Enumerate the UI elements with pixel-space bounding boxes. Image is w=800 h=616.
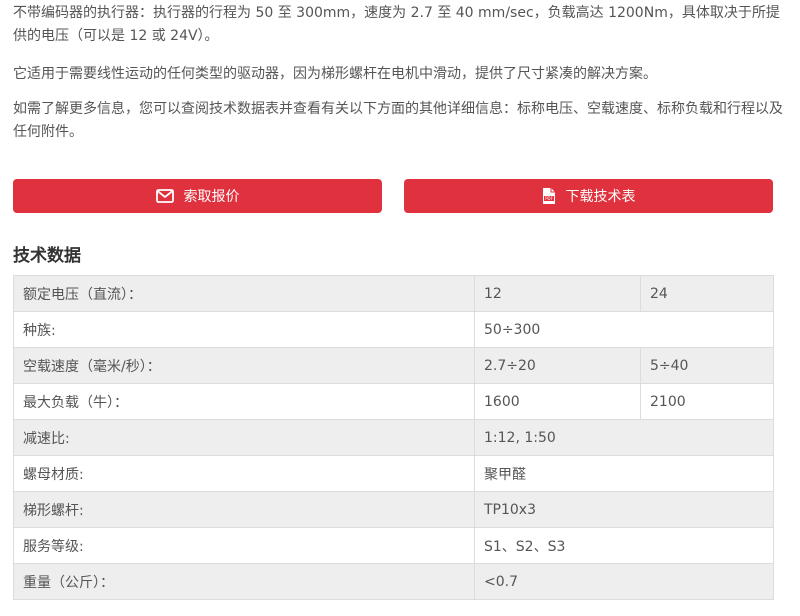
- table-row: 额定电压（直流）： 12 24: [13, 275, 774, 312]
- pdf-file-icon: PDF: [542, 187, 556, 205]
- spec-label: 服务等级:: [13, 527, 475, 564]
- description-paragraph-2: 它适用于需要线性运动的任何类型的驱动器，因为梯形螺杆在电机中滑动，提供了尺寸紧凑…: [13, 66, 657, 82]
- spec-value: 2100: [640, 383, 774, 420]
- spec-label: 梯形螺杆:: [13, 491, 475, 528]
- spec-value: TP10x3: [474, 491, 774, 528]
- spec-value: S1、S2、S3: [474, 527, 774, 564]
- table-row: 螺母材质: 聚甲醛: [13, 455, 774, 492]
- spec-value: <0.7: [474, 563, 774, 600]
- request-quote-label: 索取报价: [183, 189, 240, 205]
- tech-data-heading: 技术数据: [13, 246, 81, 266]
- table-row: 服务等级: S1、S2、S3: [13, 527, 774, 564]
- tech-data-table: 额定电压（直流）： 12 24 种族: 50÷300 空载速度（毫米/秒）： 2…: [13, 275, 774, 600]
- spec-value: 2.7÷20: [474, 347, 641, 384]
- svg-text:PDF: PDF: [545, 196, 553, 201]
- spec-label: 空载速度（毫米/秒）：: [13, 347, 475, 384]
- spec-value: 1600: [474, 383, 641, 420]
- table-row: 种族: 50÷300: [13, 311, 774, 348]
- spec-label: 重量（公斤）：: [13, 563, 475, 600]
- table-row: 减速比: 1:12, 1:50: [13, 419, 774, 456]
- spec-label: 减速比:: [13, 419, 475, 456]
- spec-label: 螺母材质:: [13, 455, 475, 492]
- description-paragraph-1: 不带编码器的执行器：执行器的行程为 50 至 300mm，速度为 2.7 至 4…: [13, 5, 780, 44]
- spec-value: 12: [474, 275, 641, 312]
- table-row: 最大负载（牛）： 1600 2100: [13, 383, 774, 420]
- request-quote-button[interactable]: 索取报价: [13, 179, 382, 213]
- spec-value: 聚甲醛: [474, 455, 774, 492]
- download-datasheet-button[interactable]: PDF 下载技术表: [404, 179, 773, 213]
- spec-label: 最大负载（牛）：: [13, 383, 475, 420]
- spec-label: 种族:: [13, 311, 475, 348]
- spec-value: 1:12, 1:50: [474, 419, 774, 456]
- description-paragraph-3: 如需了解更多信息，您可以查阅技术数据表并查看有关以下方面的其他详细信息：标称电压…: [13, 101, 783, 140]
- table-row: 空载速度（毫米/秒）： 2.7÷20 5÷40: [13, 347, 774, 384]
- spec-value: 5÷40: [640, 347, 774, 384]
- table-row: 重量（公斤）： <0.7: [13, 563, 774, 600]
- spec-label: 额定电压（直流）：: [13, 275, 475, 312]
- envelope-icon: [155, 189, 174, 203]
- spec-value: 50÷300: [474, 311, 774, 348]
- table-row: 梯形螺杆: TP10x3: [13, 491, 774, 528]
- download-datasheet-label: 下载技术表: [565, 189, 636, 205]
- spec-value: 24: [640, 275, 774, 312]
